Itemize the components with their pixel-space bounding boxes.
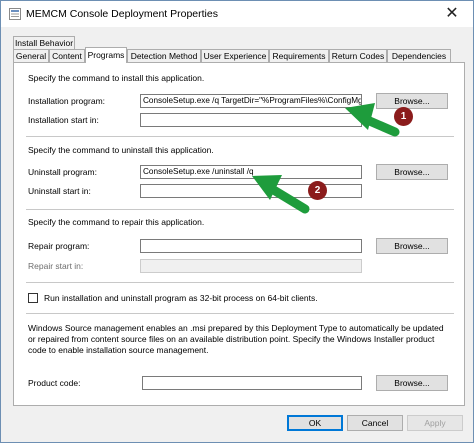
app-icon bbox=[9, 8, 21, 20]
tab-row-top: Install Behavior bbox=[13, 36, 93, 50]
ok-button[interactable]: OK bbox=[287, 415, 343, 431]
tab-row: General Content Programs Detection Metho… bbox=[13, 47, 465, 63]
installation-program-label: Installation program: bbox=[28, 96, 106, 106]
repair-start-input bbox=[140, 259, 362, 273]
uninstall-heading: Specify the command to uninstall this ap… bbox=[28, 145, 214, 155]
separator bbox=[26, 282, 454, 283]
repair-browse-button[interactable]: Browse... bbox=[376, 238, 448, 254]
uninstall-program-input[interactable]: ConsoleSetup.exe /uninstall /q bbox=[140, 165, 362, 179]
uninstall-program-label: Uninstall program: bbox=[28, 167, 97, 177]
repair-program-input[interactable] bbox=[140, 239, 362, 253]
install-heading: Specify the command to install this appl… bbox=[28, 73, 205, 83]
annotation-marker-1: 1 bbox=[394, 107, 413, 126]
properties-dialog: MEMCM Console Deployment Properties ✕ In… bbox=[0, 0, 474, 443]
apply-button: Apply bbox=[407, 415, 463, 431]
separator bbox=[26, 313, 454, 314]
run-32bit-label: Run installation and uninstall program a… bbox=[44, 293, 318, 303]
uninstall-start-input[interactable] bbox=[140, 184, 362, 198]
tab-detection-method[interactable]: Detection Method bbox=[127, 49, 201, 63]
tab-programs[interactable]: Programs bbox=[85, 47, 127, 63]
uninstall-start-label: Uninstall start in: bbox=[28, 186, 91, 196]
tab-content[interactable]: Content bbox=[49, 49, 85, 63]
separator bbox=[26, 209, 454, 210]
cancel-button[interactable]: Cancel bbox=[347, 415, 403, 431]
run-32bit-checkbox[interactable] bbox=[28, 293, 38, 303]
title-bar: MEMCM Console Deployment Properties ✕ bbox=[1, 1, 473, 27]
product-code-browse-button[interactable]: Browse... bbox=[376, 375, 448, 391]
annotation-marker-2: 2 bbox=[308, 181, 327, 200]
tab-requirements[interactable]: Requirements bbox=[269, 49, 329, 63]
tab-install-behavior[interactable]: Install Behavior bbox=[13, 36, 75, 50]
installation-start-input[interactable] bbox=[140, 113, 362, 127]
separator bbox=[26, 136, 454, 137]
tab-dependencies[interactable]: Dependencies bbox=[387, 49, 451, 63]
source-management-description: Windows Source management enables an .ms… bbox=[28, 323, 444, 355]
repair-heading: Specify the command to repair this appli… bbox=[28, 217, 205, 227]
product-code-label: Product code: bbox=[28, 378, 81, 388]
close-button[interactable]: ✕ bbox=[431, 1, 473, 27]
repair-start-label: Repair start in: bbox=[28, 261, 84, 271]
product-code-input[interactable] bbox=[142, 376, 362, 390]
tab-user-experience[interactable]: User Experience bbox=[201, 49, 269, 63]
installation-browse-button[interactable]: Browse... bbox=[376, 93, 448, 109]
repair-program-label: Repair program: bbox=[28, 241, 90, 251]
uninstall-browse-button[interactable]: Browse... bbox=[376, 164, 448, 180]
installation-program-input[interactable]: ConsoleSetup.exe /q TargetDir="%ProgramF… bbox=[140, 94, 362, 108]
tab-return-codes[interactable]: Return Codes bbox=[329, 49, 387, 63]
tab-general[interactable]: General bbox=[13, 49, 49, 63]
installation-start-label: Installation start in: bbox=[28, 115, 99, 125]
window-title: MEMCM Console Deployment Properties bbox=[26, 8, 218, 20]
